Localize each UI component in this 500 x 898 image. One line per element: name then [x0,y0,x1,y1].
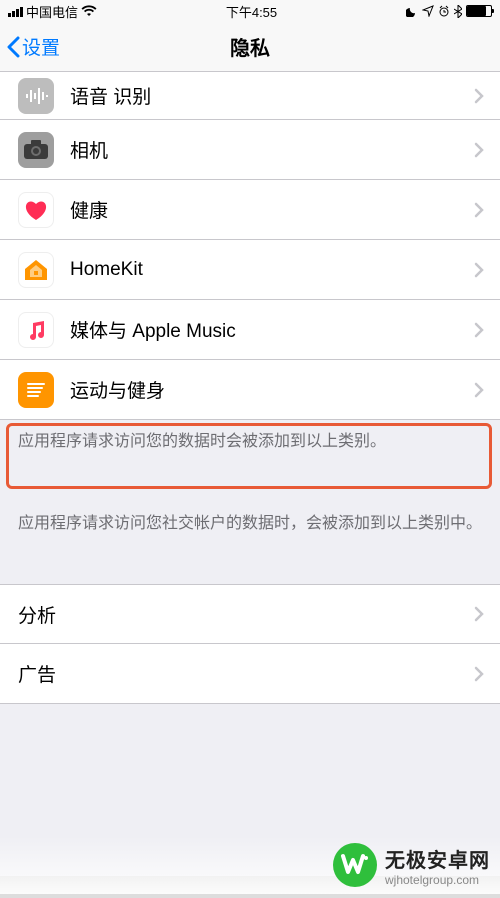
watermark-sub: wjhotelgroup.com [385,873,490,887]
row-label: 语音 识别 [70,82,474,109]
watermark: 无极安卓网 wjhotelgroup.com [0,836,500,894]
chevron-right-icon [474,142,484,158]
row-label: 分析 [18,601,474,628]
status-right [406,5,492,18]
location-icon [422,5,434,17]
row-label: 媒体与 Apple Music [70,316,474,343]
watermark-title: 无极安卓网 [385,844,490,873]
chevron-right-icon [474,88,484,104]
motion-fitness-icon [18,372,54,408]
apple-music-icon [18,312,54,348]
row-motion-fitness[interactable]: 运动与健身 [0,360,500,420]
row-camera[interactable]: 相机 [0,120,500,180]
chevron-left-icon [6,36,20,58]
row-speech-recognition[interactable]: 语音 识别 [0,72,500,120]
do-not-disturb-icon [406,5,418,17]
chevron-right-icon [474,322,484,338]
status-bar: 中国电信 下午4:55 [0,0,500,22]
watermark-text: 无极安卓网 wjhotelgroup.com [385,844,490,887]
homekit-icon [18,252,54,288]
signal-icon [8,6,23,17]
row-health[interactable]: 健康 [0,180,500,240]
watermark-logo [333,843,377,887]
chevron-right-icon [474,202,484,218]
row-label: 相机 [70,136,474,163]
back-button[interactable]: 设置 [0,33,60,60]
speech-recognition-icon [18,78,54,114]
row-homekit[interactable]: HomeKit [0,240,500,300]
status-left: 中国电信 [8,2,97,21]
settings-list-2: 分析 广告 [0,584,500,704]
settings-list: 语音 识别 相机 健康 HomeKit 媒体与 Apple Music [0,72,500,420]
camera-icon [18,132,54,168]
nav-bar: 设置 隐私 [0,22,500,72]
row-label: HomeKit [70,259,474,281]
row-ads[interactable]: 广告 [0,644,500,704]
health-icon [18,192,54,228]
row-label: 运动与健身 [70,376,474,403]
wifi-icon [81,5,97,17]
row-analysis[interactable]: 分析 [0,584,500,644]
chevron-right-icon [474,262,484,278]
row-label: 广告 [18,660,474,687]
page-title: 隐私 [0,32,500,61]
status-time: 下午4:55 [226,2,277,21]
alarm-icon [438,5,450,17]
carrier-label: 中国电信 [26,2,78,21]
bluetooth-icon [454,5,462,18]
footer-note-2: 应用程序请求访问您社交帐户的数据时，会被添加到以上类别中。 [0,502,500,546]
back-label: 设置 [22,33,60,60]
chevron-right-icon [474,606,484,622]
chevron-right-icon [474,382,484,398]
row-media-apple-music[interactable]: 媒体与 Apple Music [0,300,500,360]
chevron-right-icon [474,666,484,682]
battery-icon [466,5,492,17]
footer-note-1: 应用程序请求访问您的数据时会被添加到以上类别。 [0,420,500,464]
row-label: 健康 [70,196,474,223]
